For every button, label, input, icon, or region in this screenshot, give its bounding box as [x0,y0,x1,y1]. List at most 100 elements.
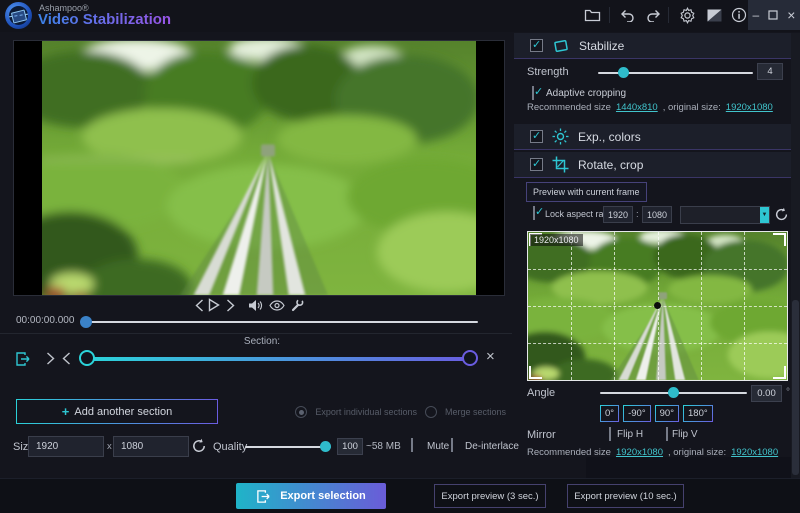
video-player[interactable] [13,40,505,296]
playback-slider-handle[interactable] [80,316,92,328]
crop-handle-top-right[interactable] [773,233,786,246]
preview-current-frame-label: Preview with current frame [533,187,640,197]
preview-toggle-button[interactable] [266,296,288,314]
angle-value[interactable]: 0.00 [751,385,782,402]
mirror-label: Mirror [527,429,556,441]
crop-center-handle[interactable] [654,302,661,309]
aspect-width-input[interactable] [603,206,633,223]
strength-value[interactable]: 4 [757,63,783,80]
exposure-colors-checkbox[interactable] [530,130,543,143]
section-step-forward-button[interactable] [46,352,55,365]
remove-section-button[interactable]: × [486,348,495,365]
quality-label: Quality [213,441,247,453]
gear-icon [679,7,696,24]
rotate-crop-checkbox[interactable] [530,158,543,171]
output-width-input[interactable] [28,436,104,457]
recommended-size-link[interactable]: 1440x810 [616,102,658,113]
info-button[interactable] [728,0,750,30]
stabilize-title: Stabilize [579,39,624,53]
angle-slider-handle[interactable] [668,387,679,398]
divider [0,333,512,334]
playback-slider[interactable] [85,321,478,323]
rotate-0-label: 0° [605,408,614,419]
strength-label: Strength [527,66,569,78]
close-button[interactable]: × [787,8,795,22]
speaker-icon [248,299,263,312]
rotate-180-label: 180° [688,408,708,419]
radio-merge-sections-label: Merge sections [445,407,506,417]
flip-v-checkbox[interactable] [666,427,668,441]
crop-icon [552,156,569,173]
export-preview-3s-button[interactable]: Export preview (3 sec.) [434,484,546,508]
crop-grid-line [528,343,787,344]
playhead-timestamp: 00:00:00.000 [16,315,74,326]
stabilize-enabled-checkbox[interactable] [530,39,543,52]
plus-icon: + [62,404,70,419]
rotate-90-button[interactable]: 90° [655,405,679,422]
lock-aspect-ratio-checkbox[interactable] [533,206,535,220]
export-section-icon [15,351,31,367]
export-selection-button[interactable]: Export selection [236,483,386,509]
aspect-separator: : [636,209,639,220]
aspect-ratio-dropdown[interactable]: ▼ [680,206,770,224]
mute-label: Mute [427,441,449,452]
theme-toggle-button[interactable] [703,0,725,30]
section-label: Section: [0,336,524,347]
angle-unit: ° [786,387,790,398]
crop-handle-bottom-left[interactable] [529,366,542,379]
rotate-180-button[interactable]: 180° [683,405,713,422]
panel-scrollbar-thumb[interactable] [792,300,799,475]
rotate-0-button[interactable]: 0° [600,405,619,422]
quality-slider-handle[interactable] [320,441,331,452]
next-frame-button[interactable] [219,296,241,314]
output-height-input[interactable] [113,436,189,457]
section-step-back-button[interactable] [62,352,71,365]
rotate-minus90-button[interactable]: -90° [623,405,651,422]
folder-icon [584,8,601,22]
original-size-link[interactable]: 1920x1080 [726,102,773,113]
wrench-icon [290,298,304,312]
export-preview-10s-button[interactable]: Export preview (10 sec.) [567,484,684,508]
panel-scrollbar[interactable] [791,33,800,478]
preview-current-frame-button[interactable]: Preview with current frame [526,182,647,202]
radio-export-individual[interactable] [295,406,307,418]
reset-size-button[interactable] [191,438,207,454]
mute-checkbox[interactable] [411,438,413,452]
section-range-slider[interactable] [86,357,477,361]
volume-button[interactable] [244,296,266,314]
quality-value[interactable]: 100 [337,438,363,455]
settings-button[interactable] [676,0,698,30]
rotate-crop-section-header[interactable]: Rotate, crop [514,152,791,178]
radio-export-individual-label: Export individual sections [315,407,417,417]
strength-slider-handle[interactable] [618,67,629,78]
export-section-button[interactable] [15,351,33,367]
flip-h-checkbox[interactable] [609,427,611,441]
info-icon [731,7,747,23]
crop-preview[interactable]: 1920x1080 [527,231,788,381]
crop-handle-bottom-right[interactable] [773,366,786,379]
eye-icon [269,300,285,311]
open-file-button[interactable] [581,0,603,30]
rotate-minus90-label: -90° [628,408,646,419]
aspect-height-input[interactable] [642,206,672,223]
rotation-buttons: 0° -90° 90° 180° [600,405,713,422]
adaptive-cropping-checkbox[interactable] [532,86,534,100]
maximize-button[interactable] [768,10,778,20]
undo-button[interactable] [616,0,638,30]
radio-merge-sections[interactable] [425,406,437,418]
section-end-handle[interactable] [462,350,478,366]
add-section-button[interactable]: + Add another section [16,399,218,424]
chevron-left-icon [62,352,71,365]
minimize-button[interactable]: – [753,9,760,21]
section-start-handle[interactable] [79,350,95,366]
original-size-label: , original size: [663,102,721,113]
redo-button[interactable] [643,0,665,30]
deinterlace-checkbox[interactable] [451,438,453,452]
reset-crop-button[interactable] [774,207,789,222]
app-window: Ashampoo® Video Stabilization – × [0,0,800,513]
exposure-colors-section-header[interactable]: Exp., colors [514,124,791,150]
quality-slider[interactable] [245,446,331,448]
tools-button[interactable] [286,296,308,314]
crop-grid-line [528,269,787,270]
stabilize-section-header[interactable]: Stabilize [514,33,791,59]
